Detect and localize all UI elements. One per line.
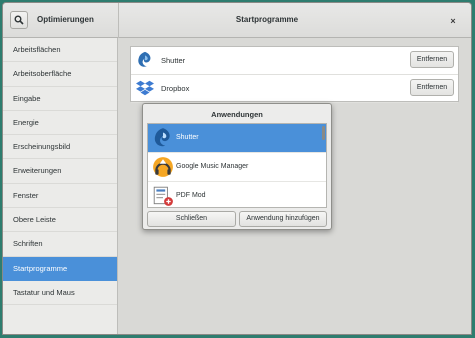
remove-dropbox-button[interactable]: Entfernen (410, 79, 454, 96)
list-item-google-music-manager[interactable]: Google Music Manager (148, 153, 326, 182)
sidebar-item-label: Startprogramme (13, 263, 68, 273)
sidebar-item-arbeitsoberflaeche[interactable]: Arbeitsoberfläche (3, 62, 117, 87)
close-dialog-button[interactable]: Schließen (147, 211, 236, 227)
sidebar-item-label: Obere Leiste (13, 215, 56, 225)
sidebar-item-label: Erweiterungen (13, 166, 62, 176)
sidebar-item-energie[interactable]: Energie (3, 111, 117, 136)
app-name: PDF Mod (176, 192, 206, 199)
add-application-button[interactable]: Anwendung hinzufügen (239, 211, 327, 227)
sidebar-item-schriften[interactable]: Schriften (3, 232, 117, 257)
sidebar-item-label: Fenster (13, 190, 39, 200)
remove-shutter-button[interactable]: Entfernen (410, 51, 454, 68)
sidebar-item-label: Eingabe (13, 93, 41, 103)
sidebar-item-arbeitsflaechen[interactable]: Arbeitsflächen (3, 38, 117, 63)
list-item-shutter[interactable]: Shutter (148, 124, 326, 153)
list-item-pdf-mod[interactable]: PDF Mod (148, 182, 326, 207)
scrollbar[interactable] (322, 126, 325, 140)
sidebar-item-label: Schriften (13, 239, 43, 249)
applications-dialog: Anwendungen Shutter Google Music Manager (142, 103, 332, 230)
close-button[interactable]: × (444, 12, 462, 30)
google-music-icon (153, 157, 173, 177)
shutter-icon (138, 51, 151, 67)
sidebar-item-label: Arbeitsflächen (13, 45, 61, 54)
search-icon (14, 15, 24, 25)
application-list: Shutter Google Music Manager PDF Mod (147, 123, 327, 208)
sidebar-item-erscheinungsbild[interactable]: Erscheinungsbild (3, 135, 117, 160)
sidebar: Arbeitsflächen Arbeitsoberfläche Eingabe… (3, 38, 118, 334)
sidebar-item-eingabe[interactable]: Eingabe (3, 87, 117, 111)
app-name: Dropbox (161, 84, 190, 93)
search-button[interactable] (10, 11, 28, 29)
sidebar-item-label: Erscheinungsbild (13, 142, 71, 152)
pdf-mod-icon (153, 186, 173, 206)
header-bar: Optimierungen Startprogramme × (3, 3, 471, 38)
shutter-icon (154, 128, 170, 147)
close-icon: × (450, 16, 456, 26)
list-item: Shutter Entfernen (131, 47, 458, 75)
sidebar-item-startprogramme[interactable]: Startprogramme (3, 256, 117, 281)
sidebar-item-label: Tastatur und Maus (13, 287, 75, 297)
sidebar-item-tastatur-und-maus[interactable]: Tastatur und Maus (3, 281, 117, 306)
list-item: Dropbox Entfernen (131, 75, 458, 103)
app-title: Optimierungen (37, 15, 94, 24)
app-name: Shutter (176, 134, 199, 141)
dropbox-icon (136, 80, 154, 96)
sidebar-item-label: Arbeitsoberfläche (13, 69, 72, 79)
sidebar-item-fenster[interactable]: Fenster (3, 184, 117, 209)
app-name: Google Music Manager (176, 163, 249, 170)
page-title: Startprogramme (235, 15, 299, 24)
startup-app-list: Shutter Entfernen Dropbox Entfernen (130, 46, 459, 103)
sidebar-item-erweiterungen[interactable]: Erweiterungen (3, 159, 117, 184)
app-name: Shutter (161, 56, 186, 65)
sidebar-item-label: Energie (13, 117, 39, 127)
dialog-title: Anwendungen (211, 110, 263, 119)
sidebar-item-obere-leiste[interactable]: Obere Leiste (3, 208, 117, 233)
